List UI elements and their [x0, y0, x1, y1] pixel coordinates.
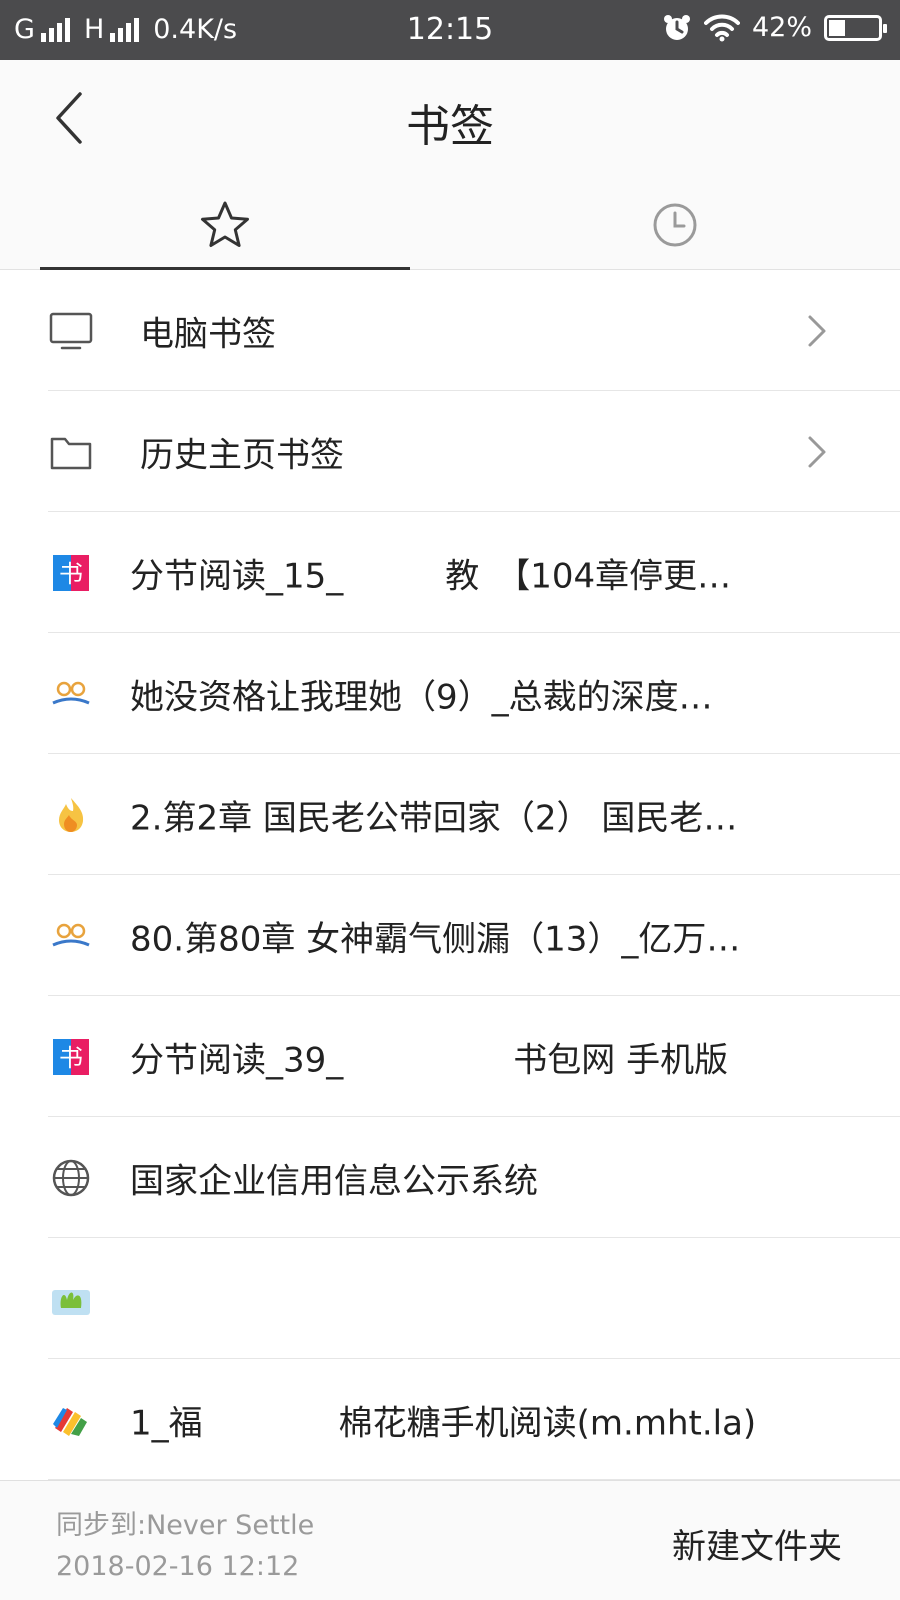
footer-bar: 同步到:Never Settle 2018-02-16 12:12 新建文件夹: [0, 1480, 900, 1600]
status-right: 42%: [662, 12, 887, 43]
colorful-site-icon: [48, 1397, 94, 1443]
alarm-icon: [663, 14, 690, 40]
status-bar: G H 0.4K/s 12:15 42%: [0, 0, 900, 60]
bookmark-item[interactable]: 书 分节阅读_39_ 书包网 手机版: [0, 996, 900, 1117]
sync-timestamp: 2018-02-16 12:12: [56, 1551, 300, 1582]
shu-site-icon: 书: [48, 550, 94, 596]
new-folder-button[interactable]: 新建文件夹: [672, 1519, 842, 1568]
battery-percent: 42%: [751, 12, 812, 43]
book-site-icon: [48, 671, 94, 717]
header-bar: 书签: [0, 60, 900, 180]
chevron-right-icon: [808, 315, 826, 346]
clock-icon: [653, 203, 697, 247]
wifi-icon: [703, 14, 740, 41]
tab-bar: [0, 180, 900, 270]
folder-item-computer[interactable]: 电脑书签: [0, 270, 900, 391]
book-site-icon: [48, 913, 94, 959]
bookmark-item[interactable]: 1_福 棉花糖手机阅读(m.mht.la): [0, 1359, 900, 1480]
folder-item-history-home[interactable]: 历史主页书签: [0, 391, 900, 512]
bookmark-label: 分节阅读_39_ 书包网 手机版: [130, 1040, 729, 1080]
page-title: 书签: [406, 101, 494, 152]
chevron-right-icon: [808, 436, 826, 467]
bookmark-label: 2.第2章 国民老公带回家（2） 国民老…: [130, 798, 738, 838]
svg-text:书: 书: [59, 1044, 83, 1072]
sync-account-label: 同步到:Never Settle: [56, 1510, 315, 1541]
bookmark-label: 分节阅读_15_ 教 【104章停更…: [130, 556, 732, 596]
bookmark-label: 国家企业信用信息公示系统: [130, 1161, 538, 1201]
folder-label: 历史主页书签: [140, 435, 344, 475]
flame-icon: [48, 792, 94, 838]
bookmark-item[interactable]: 她没资格让我理她（9）_总裁的深度…: [0, 633, 900, 754]
bookmark-list: 电脑书签 历史主页书签 书 分节阅读_15_ 教 【104章停更… 她没资格让我…: [0, 270, 900, 1480]
tab-history[interactable]: [490, 180, 860, 270]
bookmark-label: 1_福 棉花糖手机阅读(m.mht.la): [130, 1403, 757, 1443]
bookmark-item[interactable]: [0, 1238, 900, 1359]
bookmark-item[interactable]: 书 分节阅读_15_ 教 【104章停更…: [0, 512, 900, 633]
svg-text:书: 书: [59, 560, 83, 588]
folder-label: 电脑书签: [140, 314, 276, 354]
tab-bookmarks[interactable]: [40, 180, 410, 270]
computer-icon: [48, 308, 94, 354]
folder-icon: [48, 429, 94, 475]
bookmark-label: 80.第80章 女神霸气侧漏（13）_亿万…: [130, 919, 741, 959]
bookmark-item[interactable]: 国家企业信用信息公示系统: [0, 1117, 900, 1238]
battery-icon: [824, 14, 887, 41]
globe-icon: [48, 1155, 94, 1201]
bookmark-label: 她没资格让我理她（9）_总裁的深度…: [130, 677, 713, 717]
bookmark-item[interactable]: 80.第80章 女神霸气侧漏（13）_亿万…: [0, 875, 900, 996]
bookmark-item[interactable]: 2.第2章 国民老公带回家（2） 国民老…: [0, 754, 900, 875]
shu-site-icon: 书: [48, 1034, 94, 1080]
star-icon: [201, 201, 249, 247]
green-site-icon: [48, 1276, 94, 1322]
